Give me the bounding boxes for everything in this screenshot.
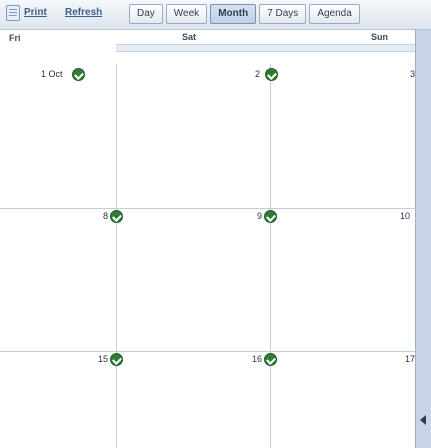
column-divider [116,64,117,448]
column-divider [270,64,271,448]
add-event-icon[interactable] [264,353,277,366]
view-agenda-button[interactable]: Agenda [309,4,360,24]
add-event-icon[interactable] [265,68,278,81]
collapse-arrow-icon[interactable] [420,415,426,425]
view-month-button[interactable]: Month [210,4,257,24]
day-name-sat: Sat [182,32,197,42]
calendar-icon[interactable] [6,5,20,21]
month-grid: 1 Oct 2 3 8 9 10 15 16 17 [0,64,415,448]
add-event-icon[interactable] [72,68,85,81]
refresh-button[interactable]: Refresh [65,7,102,18]
calendar-toolbar: Print Refresh Day Week Month 7 Days Agen… [0,0,431,30]
view-switcher: Day Week Month 7 Days Agenda [129,4,363,24]
date-number[interactable]: 9 [257,211,262,221]
view-week-button[interactable]: Week [165,4,208,24]
day-header-row: Fri Sat Sun [0,30,431,66]
date-number[interactable]: 10 [400,211,410,221]
add-event-icon[interactable] [110,353,123,366]
date-number[interactable]: 2 [255,69,260,79]
date-number[interactable]: 1 Oct [41,69,63,79]
day-name-fri: Fri [9,33,21,43]
date-number[interactable]: 17 [405,354,415,364]
date-number[interactable]: 16 [252,354,262,364]
print-button[interactable]: Print [24,7,47,18]
view-day-button[interactable]: Day [129,4,163,24]
row-divider [0,351,415,352]
day-name-sun: Sun [371,32,388,42]
day-band [116,44,415,52]
date-number[interactable]: 8 [103,211,108,221]
date-number[interactable]: 15 [98,354,108,364]
view-7days-button[interactable]: 7 Days [259,4,307,24]
add-event-icon[interactable] [264,210,277,223]
vertical-scrollbar[interactable] [415,30,431,448]
add-event-icon[interactable] [110,210,123,223]
row-divider [0,208,415,209]
